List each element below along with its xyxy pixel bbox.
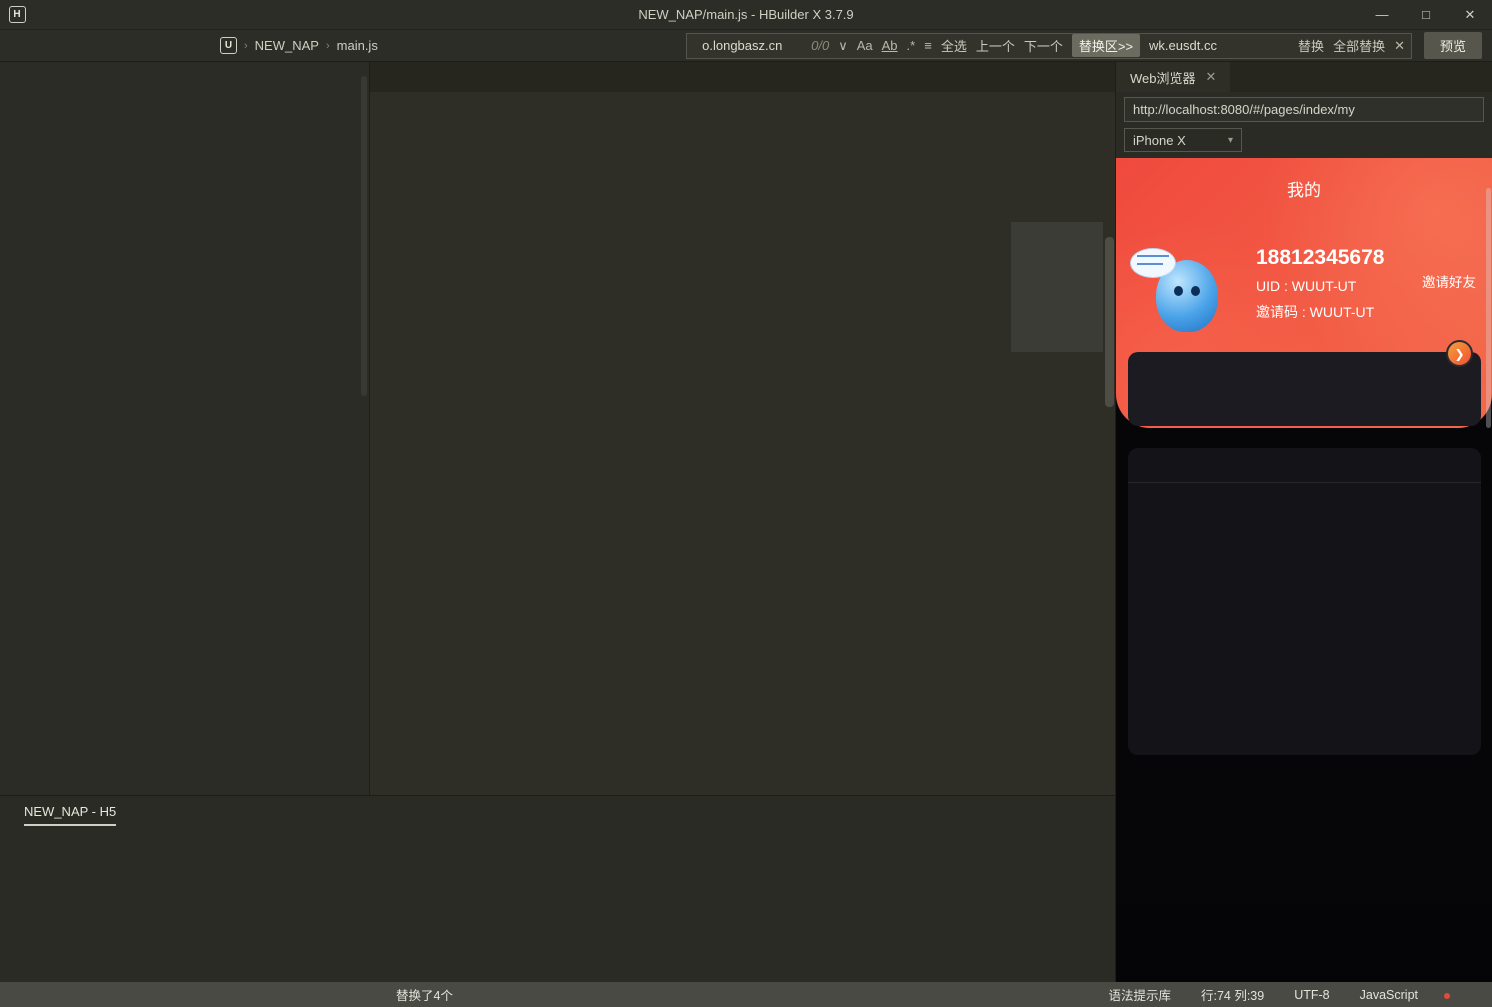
device-name: iPhone X (1133, 133, 1186, 148)
replace-all-button[interactable]: 全部替换 (1333, 36, 1385, 55)
uid-text: UID : WUUT-UT (1256, 278, 1356, 294)
cursor-position[interactable]: 行:74 列:39 (1201, 985, 1264, 1004)
minimize-icon[interactable]: — (1360, 0, 1404, 30)
main-toolbar: U › NEW_NAP › main.js o.longbasz.cn 0/0 … (0, 30, 1492, 62)
page-title: 我的 (1116, 176, 1492, 201)
chevron-down-icon: ▾ (1228, 135, 1233, 146)
browser-tab[interactable]: Web浏览器 ✕ (1116, 62, 1230, 92)
preview-scrollbar[interactable] (1486, 188, 1491, 428)
syntax-lib-label[interactable]: 语法提示库 (1108, 985, 1171, 1004)
match-case-toggle[interactable]: Aa (857, 38, 873, 53)
preview-button[interactable]: 预览 (1424, 32, 1482, 59)
file-tree (0, 62, 369, 74)
console-panel: NEW_NAP - H5 (0, 795, 1115, 982)
encoding-label[interactable]: UTF-8 (1294, 988, 1329, 1002)
sidebar-footer-toolbar (0, 755, 6, 789)
window-controls: — □ ✕ (1360, 0, 1492, 30)
close-icon[interactable]: ✕ (1448, 0, 1492, 30)
code-editor (370, 62, 1115, 795)
search-input[interactable]: o.longbasz.cn (702, 38, 802, 53)
browser-tab-close-icon[interactable]: ✕ (1206, 69, 1217, 85)
avatar-speech-bubble (1130, 248, 1176, 278)
file-explorer (0, 62, 370, 795)
avatar[interactable] (1130, 246, 1218, 334)
device-toolbar: iPhone X ▾ (1116, 126, 1492, 158)
browser-tab-row: Web浏览器 ✕ (1116, 62, 1492, 92)
star-icon[interactable] (136, 33, 170, 59)
breadcrumb-file[interactable]: main.js (337, 38, 378, 53)
replace-input[interactable]: wk.eusdt.cc (1149, 38, 1289, 53)
back-icon[interactable] (68, 33, 102, 59)
user-phone: 18812345678 (1256, 246, 1384, 270)
console-tab[interactable]: NEW_NAP - H5 (24, 804, 116, 826)
breadcrumb: U › NEW_NAP › main.js (220, 37, 378, 54)
mobile-preview: 我的 18812345678 UID : WUUT-UT 邀请码 : WUUT-… (1116, 158, 1492, 982)
code-area[interactable] (370, 92, 1115, 795)
stats-arrow-button[interactable]: ❯ (1446, 340, 1473, 367)
search-replace-bar: o.longbasz.cn 0/0 ∨ Aa Ab .* ≡ 全选 上一个 下一… (686, 33, 1412, 59)
language-mode-label[interactable]: JavaScript (1360, 988, 1418, 1002)
browser-tab-label: Web浏览器 (1130, 68, 1196, 87)
breadcrumb-sep: › (326, 40, 330, 52)
prev-match-button[interactable]: 上一个 (976, 36, 1015, 55)
invite-friend-label: 邀请好友 (1422, 271, 1476, 291)
project-logo-icon: U (220, 37, 237, 54)
breadcrumb-sep: › (244, 40, 248, 52)
minimap[interactable] (1011, 92, 1103, 795)
run-icon[interactable] (170, 33, 204, 59)
regex-toggle[interactable]: .* (907, 38, 916, 53)
breadcrumb-project[interactable]: NEW_NAP (255, 38, 319, 53)
url-input[interactable]: http://localhost:8080/#/pages/index/my (1124, 97, 1484, 122)
editor-scrollbar[interactable] (1105, 237, 1114, 407)
status-bar: 替换了4个 语法提示库 行:74 列:39 UTF-8 JavaScript (0, 982, 1492, 1007)
user-uid-row: UID : WUUT-UT (1256, 278, 1364, 294)
replaced-count-text: 替换了4个 (396, 985, 453, 1004)
title-bar: H NEW_NAP/main.js - HBuilder X 3.7.9 — □… (0, 0, 1492, 30)
invite-code-text: 邀请码 : WUUT-UT (1256, 302, 1374, 322)
replace-zone-button[interactable]: 替换区>> (1072, 34, 1140, 57)
save-icon[interactable] (34, 33, 68, 59)
invite-code-row: 邀请码 : WUUT-UT (1256, 302, 1382, 322)
forward-icon[interactable] (102, 33, 136, 59)
in-selection-toggle[interactable]: ≡ (924, 38, 932, 53)
mobile-tabbar (1116, 904, 1492, 982)
maximize-icon[interactable]: □ (1404, 0, 1448, 30)
select-all-button[interactable]: 全选 (941, 36, 967, 55)
team-stats-card: ❯ (1128, 352, 1481, 426)
window-title: NEW_NAP/main.js - HBuilder X 3.7.9 (0, 7, 1492, 22)
hbuilderx-app-icon: H (0, 6, 34, 23)
device-selector[interactable]: iPhone X ▾ (1124, 128, 1242, 152)
web-browser-panel: Web浏览器 ✕ http://localhost:8080/#/pages/i… (1115, 62, 1492, 982)
sidebar-scrollbar[interactable] (361, 76, 367, 396)
url-row: http://localhost:8080/#/pages/index/my (1116, 92, 1492, 126)
replace-button[interactable]: 替换 (1298, 36, 1324, 55)
whole-word-toggle[interactable]: Ab (882, 38, 898, 53)
editor-tabs (370, 62, 1115, 92)
invite-friend-button[interactable]: 邀请好友 (1422, 256, 1476, 291)
next-match-button[interactable]: 下一个 (1024, 36, 1063, 55)
new-file-icon[interactable] (0, 33, 34, 59)
menu-card (1128, 448, 1481, 755)
close-search-icon[interactable]: ✕ (1394, 38, 1405, 54)
search-dropdown-icon[interactable]: ∨ (838, 38, 848, 54)
search-match-count: 0/0 (811, 38, 829, 53)
